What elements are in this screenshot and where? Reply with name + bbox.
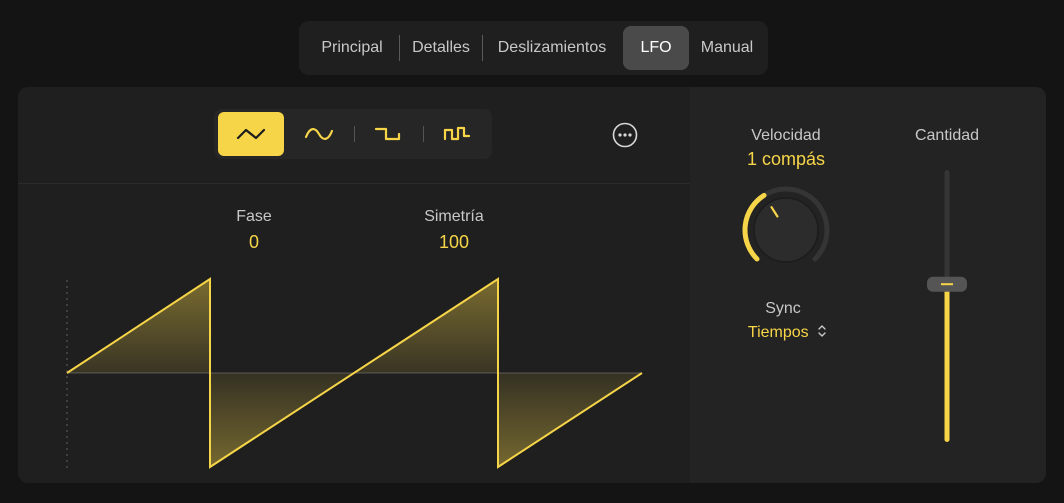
symmetry-label: Simetría xyxy=(424,208,484,225)
sync-selector[interactable]: Tiempos xyxy=(733,322,843,344)
sync-value: Tiempos xyxy=(747,324,809,341)
sample-hold-wave-icon xyxy=(443,126,471,141)
lfo-editor: Principal Detalles Deslizamientos LFO Ma… xyxy=(0,0,1064,503)
sync-label: Sync xyxy=(765,300,801,317)
tab-deslizamientos[interactable]: Deslizamientos xyxy=(487,26,617,70)
amount-label: Cantidad xyxy=(914,127,980,144)
waveform-square-button[interactable] xyxy=(355,112,421,156)
sine-wave-icon xyxy=(304,128,334,140)
tab-separator xyxy=(399,35,400,61)
waveform-sine-button[interactable] xyxy=(286,112,352,156)
panel-divider xyxy=(18,183,690,184)
symmetry-value[interactable]: 100 xyxy=(404,232,504,253)
more-options-icon xyxy=(612,122,638,148)
tab-separator xyxy=(482,35,483,61)
phase-label: Fase xyxy=(236,208,272,225)
square-wave-icon xyxy=(374,127,401,141)
tab-lfo[interactable]: LFO xyxy=(623,26,689,70)
tab-bar: Principal Detalles Deslizamientos LFO Ma… xyxy=(299,21,768,75)
rate-label: Velocidad xyxy=(751,127,821,144)
lfo-waveform-display xyxy=(66,277,643,469)
amount-slider[interactable] xyxy=(920,168,974,448)
waveform-selector xyxy=(214,109,492,159)
tab-principal[interactable]: Principal xyxy=(307,26,397,70)
lfo-controls-panel xyxy=(690,87,1046,483)
rate-value[interactable]: 1 compás xyxy=(715,149,857,170)
tab-manual[interactable]: Manual xyxy=(692,26,762,70)
triangle-wave-icon xyxy=(236,128,266,140)
up-down-chevron-icon xyxy=(818,325,826,337)
phase-value[interactable]: 0 xyxy=(204,232,304,253)
waveform-sample-hold-button[interactable] xyxy=(424,112,490,156)
more-options-button[interactable] xyxy=(612,122,638,148)
tab-detalles[interactable]: Detalles xyxy=(402,26,480,70)
slider-fill xyxy=(944,284,950,442)
waveform-triangle-button[interactable] xyxy=(218,112,284,156)
rate-knob[interactable] xyxy=(736,185,836,275)
